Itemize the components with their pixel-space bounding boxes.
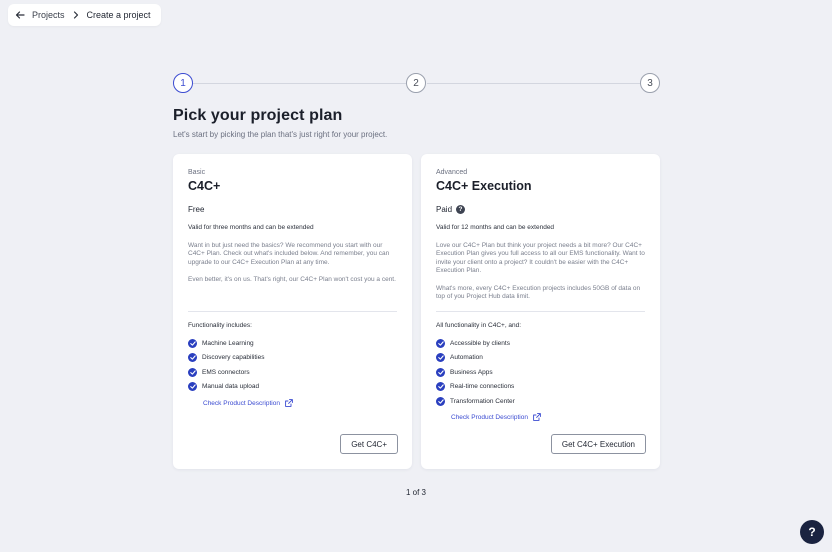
step-3: 3 (640, 73, 660, 93)
plan-description-extra: Even better, it's on us. That's right, o… (188, 276, 396, 283)
check-circle-icon (436, 396, 445, 406)
divider (436, 311, 645, 312)
stepper: 1 2 3 (173, 73, 660, 93)
plan-name: C4C+ (188, 179, 221, 193)
list-item: Machine Learning (188, 336, 265, 351)
features-title: Functionality includes: (188, 322, 252, 329)
pagination-indicator: 1 of 3 (405, 488, 426, 497)
page-title: Pick your project plan (173, 107, 343, 124)
plan-card-advanced: Advanced C4C+ Execution Paid ? Valid for… (421, 154, 660, 469)
step-1: 1 (173, 73, 193, 93)
plan-validity: Valid for three months and can be extend… (188, 224, 314, 231)
external-link-icon (285, 399, 293, 407)
question-icon[interactable]: ? (456, 205, 466, 214)
plan-tier: Basic (188, 169, 206, 176)
plan-price-label: Free (188, 205, 205, 214)
feature-label: Automation (450, 354, 483, 362)
get-c4c-button[interactable]: Get C4C+ (340, 434, 398, 454)
list-item: Accessible by clients (436, 336, 515, 351)
feature-list: Machine Learning Discovery capabilities … (188, 336, 265, 394)
plan-description: Want in but just need the basics? We rec… (188, 242, 390, 266)
plan-description: Love our C4C+ Plan but think your projec… (436, 242, 645, 275)
get-c4c-execution-button[interactable]: Get C4C+ Execution (550, 434, 646, 454)
breadcrumb-projects-link[interactable]: Projects (32, 10, 65, 20)
plan-price: Paid ? (436, 205, 466, 214)
check-circle-icon (188, 382, 197, 392)
check-circle-icon (188, 353, 197, 363)
plan-name: C4C+ Execution (436, 179, 532, 193)
question-icon: ? (808, 525, 816, 539)
feature-list: Accessible by clients Automation Busines… (436, 336, 515, 409)
feature-label: Discovery capabilities (202, 354, 265, 362)
plan-validity: Valid for 12 months and can be extended (436, 224, 555, 231)
feature-label: Transformation Center (450, 397, 515, 405)
step-connector (427, 82, 640, 84)
breadcrumb-current: Create a project (86, 10, 151, 20)
help-button[interactable]: ? (800, 520, 824, 544)
list-item: Manual data upload (188, 380, 265, 395)
step-2: 2 (406, 73, 426, 93)
plan-description-extra: What's more, every C4C+ Execution projec… (436, 285, 641, 301)
feature-label: Business Apps (450, 368, 493, 376)
list-item: EMS connectors (188, 365, 265, 380)
check-circle-icon (436, 338, 445, 348)
arrow-left-icon[interactable] (12, 7, 28, 23)
check-product-description-link[interactable]: Check Product Description (451, 413, 541, 421)
plan-card-basic: Basic C4C+ Free Valid for three months a… (173, 154, 412, 469)
list-item: Transformation Center (436, 394, 515, 409)
divider (188, 311, 397, 312)
plan-price-label: Paid (436, 205, 453, 214)
plan-tier: Advanced (436, 169, 468, 176)
feature-label: Machine Learning (202, 339, 254, 347)
feature-label: Real-time connections (450, 383, 515, 391)
link-label: Check Product Description (203, 399, 280, 407)
check-product-description-link[interactable]: Check Product Description (203, 399, 293, 407)
step-connector (193, 82, 406, 84)
list-item: Discovery capabilities (188, 351, 265, 366)
check-circle-icon (436, 382, 445, 392)
feature-label: Accessible by clients (450, 339, 510, 347)
list-item: Real-time connections (436, 380, 515, 395)
feature-label: Manual data upload (202, 383, 260, 391)
check-circle-icon (436, 367, 445, 377)
breadcrumb: Projects Create a project (8, 4, 161, 26)
chevron-right-icon (73, 11, 79, 19)
list-item: Business Apps (436, 365, 515, 380)
external-link-icon (533, 413, 541, 421)
page-subtitle: Let's start by picking the plan that's j… (173, 130, 388, 139)
features-title: All functionality in C4C+, and: (436, 322, 522, 329)
link-label: Check Product Description (451, 413, 528, 421)
plan-price: Free (188, 205, 204, 214)
check-circle-icon (436, 353, 445, 363)
check-circle-icon (188, 367, 197, 377)
check-circle-icon (188, 338, 197, 348)
list-item: Automation (436, 351, 515, 366)
feature-label: EMS connectors (202, 368, 250, 376)
